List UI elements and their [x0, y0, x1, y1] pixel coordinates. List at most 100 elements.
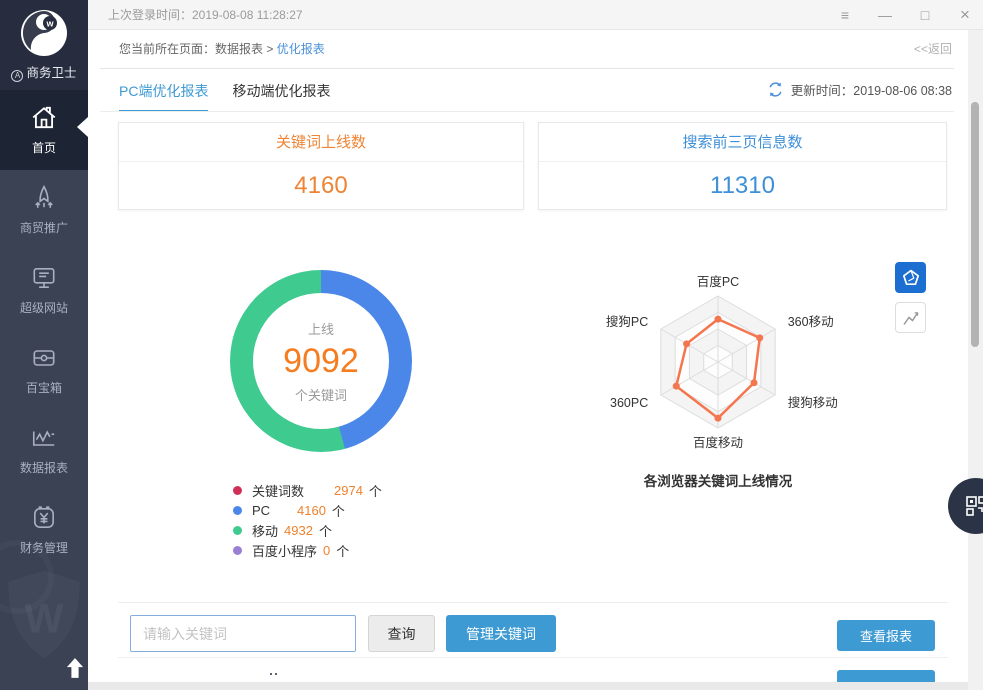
legend-dot-miniprogram	[233, 546, 242, 555]
radar-axis-label: 搜狗PC	[606, 314, 648, 329]
legend-label: 移动	[252, 521, 278, 540]
donut-center-label-bottom: 个关键词	[295, 385, 347, 404]
last-login-text: 上次登录时间：2019-08-08 11:28:27	[108, 0, 303, 30]
toolbox-icon	[30, 344, 58, 372]
legend-dot-mobile	[233, 526, 242, 535]
refresh-icon[interactable]	[767, 81, 784, 98]
manage-keywords-button[interactable]: 管理关键词	[446, 615, 556, 652]
stat-card-top3-pages: 搜索前三页信息数 11310	[538, 122, 947, 210]
tabs: PC端优化报表 移动端优化报表	[119, 81, 330, 112]
stat-card-title: 关键词上线数	[119, 123, 523, 162]
divider	[118, 602, 948, 603]
main-content: 您当前所在页面：数据报表 > 优化报表 <<返回 PC端优化报表 移动端优化报表	[88, 30, 968, 690]
breadcrumb-parent[interactable]: 数据报表	[215, 42, 263, 56]
finance-icon	[30, 504, 58, 532]
radar-icon	[901, 268, 921, 288]
brand-row: A商务卫士	[0, 62, 88, 82]
radar-axis-label: 百度PC	[697, 274, 739, 289]
sidebar-item-label: 数据报表	[20, 459, 68, 476]
clipped-content	[270, 662, 282, 665]
legend-row: 移动 4932 个	[233, 520, 382, 540]
legend-unit: 个	[369, 481, 382, 500]
breadcrumb-current[interactable]: 优化报表	[277, 42, 325, 56]
sidebar-item-trade-promotion[interactable]: 商贸推广	[0, 170, 88, 250]
report-icon	[30, 424, 58, 452]
donut-chart: 上线 9092 个关键词	[230, 270, 412, 452]
legend-row: 百度小程序 0 个	[233, 540, 382, 560]
close-icon[interactable]: ×	[957, 8, 973, 22]
scrollbar-track[interactable]	[968, 30, 983, 690]
refresh-box: 更新时间：2019-08-06 08:38	[767, 80, 952, 99]
sidebar-item-label: 首页	[32, 139, 56, 156]
sidebar-item-label: 百宝箱	[26, 379, 62, 396]
line-chart-icon	[901, 308, 921, 328]
legend-dot-pc	[233, 506, 242, 515]
legend-unit: 个	[332, 501, 345, 520]
svg-text:w: w	[45, 19, 54, 29]
divider	[118, 657, 948, 658]
sidebar-item-treasure-box[interactable]: 百宝箱	[0, 330, 88, 410]
donut-center-value: 9092	[283, 342, 359, 381]
update-time-text: 更新时间：2019-08-06 08:38	[791, 80, 952, 99]
sidebar: w A商务卫士 首页	[0, 0, 88, 690]
promotion-icon	[30, 184, 58, 212]
tab-mobile-report[interactable]: 移动端优化报表	[232, 81, 330, 112]
active-item-notch	[77, 117, 88, 137]
title-bar: 上次登录时间：2019-08-08 11:28:27 ≡ — □ ×	[0, 0, 983, 30]
breadcrumb-row: 您当前所在页面：数据报表 > 优化报表 <<返回	[88, 30, 968, 69]
radar-axis-label: 百度移动	[693, 435, 743, 450]
donut-center-label-top: 上线	[308, 319, 334, 338]
view-report-button[interactable]: 查看报表	[837, 620, 935, 651]
qr-code-icon	[964, 494, 983, 518]
legend-label: PC	[252, 503, 291, 518]
radar-axis-label: 360移动	[788, 315, 834, 329]
query-button[interactable]: 查询	[368, 615, 435, 652]
stat-card-value: 4160	[119, 162, 523, 209]
sidebar-item-label: 超级网站	[20, 299, 68, 316]
legend-row: PC 4160 个	[233, 500, 382, 520]
sidebar-item-home[interactable]: 首页	[0, 90, 88, 170]
legend-dot-keywords	[233, 486, 242, 495]
brand-name: 商务卫士	[26, 66, 76, 80]
minimize-icon[interactable]: —	[877, 8, 893, 22]
radar-axis-label: 搜狗移动	[788, 395, 838, 410]
menu-icon[interactable]: ≡	[837, 8, 853, 22]
legend-label: 百度小程序	[252, 541, 317, 560]
home-icon	[30, 104, 58, 132]
stat-card-keywords-online: 关键词上线数 4160	[118, 122, 524, 210]
legend-unit: 个	[336, 541, 349, 560]
legend-value: 4932	[284, 523, 313, 538]
line-view-button[interactable]	[895, 302, 926, 333]
sidebar-item-super-website[interactable]: 超级网站	[0, 250, 88, 330]
legend-value: 2974	[334, 483, 363, 498]
sidebar-item-data-report[interactable]: 数据报表	[0, 410, 88, 490]
stat-card-title: 搜索前三页信息数	[539, 123, 946, 162]
keyword-search-input[interactable]	[130, 615, 356, 652]
app-window: 上次登录时间：2019-08-08 11:28:27 ≡ — □ × 您当前所在…	[0, 0, 983, 690]
legend-value: 0	[323, 543, 330, 558]
sidebar-item-label: 商贸推广	[20, 219, 68, 236]
shield-w-logo: w	[21, 10, 67, 61]
tab-pc-report[interactable]: PC端优化报表	[119, 81, 208, 112]
radar-chart: 百度PC 360移动搜狗移动百度移动 360PC 搜狗PC	[588, 262, 848, 462]
window-bottom-strip	[88, 682, 983, 690]
arrow-up-icon[interactable]	[66, 656, 84, 685]
breadcrumb-prefix: 您当前所在页面：	[119, 42, 215, 56]
radar-view-button[interactable]	[895, 262, 926, 293]
tab-row: PC端优化报表 移动端优化报表 更新时间：2019-08-06 08:38	[88, 69, 968, 112]
scrollbar-thumb[interactable]	[971, 102, 979, 347]
maximize-icon[interactable]: □	[917, 8, 933, 22]
window-controls: ≡ — □ ×	[837, 0, 973, 30]
back-link[interactable]: <<返回	[914, 30, 952, 68]
radar-caption: 各浏览器关键词上线情况	[588, 470, 848, 490]
divider	[100, 111, 954, 112]
brand-badge-icon: A	[11, 70, 23, 82]
stat-card-value: 11310	[539, 162, 946, 209]
donut-legend: 关键词数 2974 个 PC 4160 个 移动 4932 个 百度小程序 0 …	[233, 480, 382, 560]
sidebar-nav: 首页 商贸推广	[0, 90, 88, 570]
legend-label: 关键词数	[252, 481, 328, 500]
website-icon	[30, 264, 58, 292]
logo-block: w A商务卫士	[0, 0, 88, 90]
donut-center: 上线 9092 个关键词	[253, 293, 389, 429]
radar-axis-label: 360PC	[610, 396, 648, 410]
